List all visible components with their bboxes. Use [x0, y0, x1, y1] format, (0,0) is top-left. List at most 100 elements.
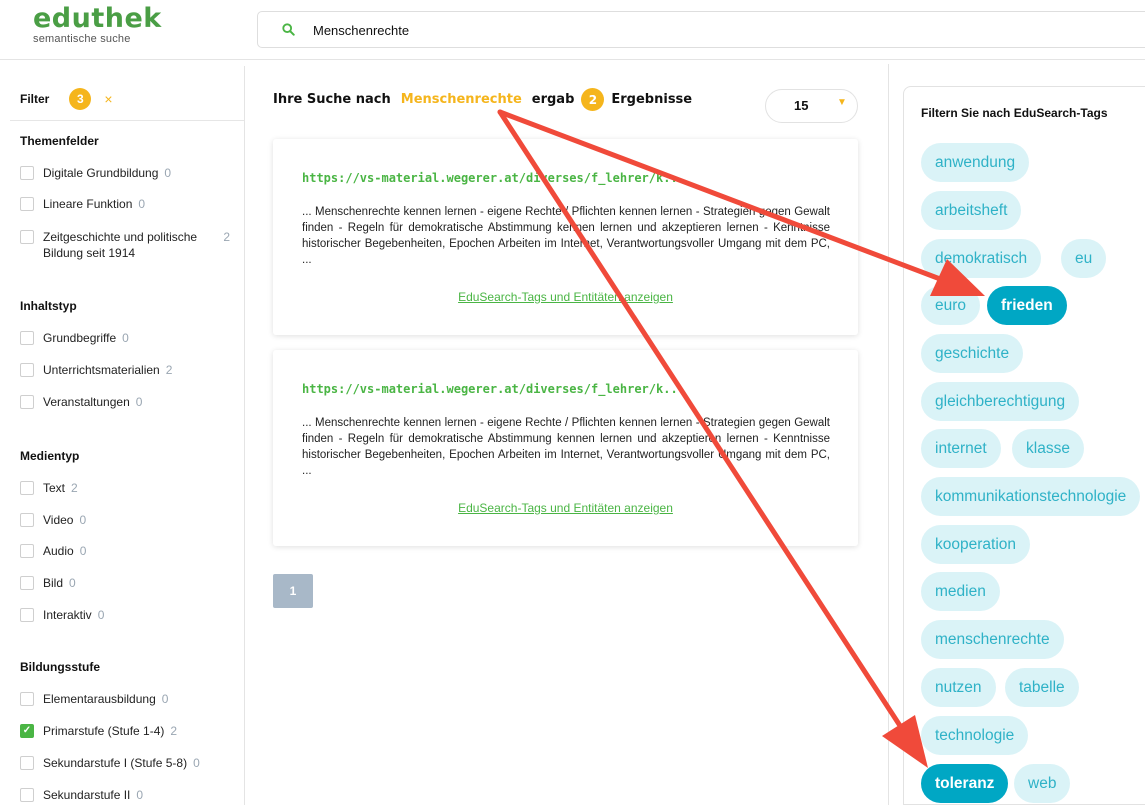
- header: eduthek semantische suche: [0, 0, 1145, 60]
- filter-option-count: 0: [164, 166, 172, 180]
- checkbox[interactable]: [20, 513, 34, 527]
- close-icon[interactable]: ×: [104, 91, 112, 107]
- tag-chip[interactable]: eu: [1061, 239, 1107, 278]
- tag-chip[interactable]: euro: [921, 286, 981, 325]
- filter-divider: [10, 120, 244, 121]
- filter-option-count: 2: [71, 481, 78, 495]
- tag-chip[interactable]: internet: [921, 429, 1001, 468]
- tag-chip[interactable]: menschenrechte: [921, 620, 1064, 659]
- filter-option[interactable]: Video 0: [20, 512, 235, 528]
- tag-chip[interactable]: web: [1014, 764, 1071, 803]
- filter-option[interactable]: Lineare Funktion 0: [20, 196, 235, 212]
- filter-option[interactable]: Audio 0: [20, 543, 235, 559]
- checkbox[interactable]: [20, 788, 34, 802]
- tag-chip-active[interactable]: toleranz: [921, 764, 1009, 803]
- checkbox[interactable]: [20, 692, 34, 706]
- filter-option-count: 0: [138, 197, 146, 211]
- tag-chip[interactable]: tabelle: [1005, 668, 1079, 707]
- checkbox[interactable]: [20, 230, 34, 244]
- tag-chip[interactable]: klasse: [1012, 429, 1084, 468]
- result-link[interactable]: https://vs-material.wegerer.at/diverses/…: [302, 171, 685, 185]
- filter-option[interactable]: Bild 0: [20, 575, 235, 591]
- result-card: https://vs-material.wegerer.at/diverses/…: [273, 139, 858, 335]
- filter-option[interactable]: Text 2: [20, 480, 235, 496]
- logo-name: eduthek: [33, 3, 162, 34]
- filter-header: Filter 3 ×: [20, 88, 113, 110]
- filter-option-count: 0: [135, 395, 143, 409]
- filter-option-count: 0: [161, 692, 169, 706]
- filter-option-label: Interaktiv: [43, 608, 92, 622]
- filter-option[interactable]: Grundbegriffe 0: [20, 330, 235, 346]
- filter-option-count: 2: [170, 724, 178, 738]
- pagination-page[interactable]: 1: [273, 574, 313, 608]
- chevron-down-icon: ▼: [837, 97, 847, 108]
- show-tags-link[interactable]: EduSearch-Tags und Entitäten anzeigen: [273, 290, 858, 304]
- filter-option-label: Sekundarstufe II: [43, 788, 131, 802]
- tag-chip[interactable]: arbeitsheft: [921, 191, 1022, 230]
- checkbox[interactable]: [20, 756, 34, 770]
- filter-option-count: 0: [79, 513, 87, 527]
- filter-option-label: Zeitgeschichte und politische Bildung se…: [43, 230, 198, 260]
- filter-option-label: Elementarausbildung: [43, 692, 156, 706]
- results-query: Menschenrechte: [400, 92, 522, 107]
- checkbox[interactable]: [20, 481, 34, 495]
- result-snippet: ... Menschenrechte kennen lernen - eigen…: [302, 206, 830, 266]
- checkbox[interactable]: [20, 544, 34, 558]
- logo[interactable]: eduthek semantische suche: [33, 3, 162, 46]
- per-page-value: 15: [794, 98, 809, 113]
- section-title-bildungsstufe: Bildungsstufe: [20, 660, 100, 674]
- tag-chip[interactable]: anwendung: [921, 143, 1030, 182]
- logo-tagline: semantische suche: [33, 33, 131, 45]
- tag-chip[interactable]: kommunikationstechnologie: [921, 477, 1141, 516]
- filter-option-count: 0: [193, 756, 200, 770]
- tag-chip[interactable]: demokratisch: [921, 239, 1042, 278]
- tag-chip[interactable]: kooperation: [921, 525, 1031, 564]
- search-input[interactable]: [313, 20, 913, 40]
- section-title-medientyp: Medientyp: [20, 449, 80, 463]
- filter-option-label: Text: [43, 481, 66, 495]
- filter-sidebar: Filter 3 × Themenfelder Digitale Grundbi…: [0, 66, 245, 805]
- checkbox[interactable]: [20, 331, 34, 345]
- section-title-themenfelder: Themenfelder: [20, 134, 99, 148]
- tag-chip[interactable]: geschichte: [921, 334, 1024, 373]
- show-tags-link[interactable]: EduSearch-Tags und Entitäten anzeigen: [273, 501, 858, 515]
- checkbox[interactable]: [20, 166, 34, 180]
- result-card: https://vs-material.wegerer.at/diverses/…: [273, 350, 858, 546]
- filter-option[interactable]: Digitale Grundbildung 0: [20, 165, 235, 181]
- tag-chip[interactable]: technologie: [921, 716, 1029, 755]
- results-summary: Ihre Suche nach Menschenrechte ergab 2 E…: [273, 88, 692, 111]
- filter-option[interactable]: Veranstaltungen 0: [20, 394, 235, 410]
- filter-option[interactable]: Unterrichtsmaterialien 2: [20, 362, 235, 378]
- results-suffix: Ergebnisse: [611, 92, 693, 107]
- filter-option-count: 0: [69, 576, 76, 590]
- checkbox[interactable]: [20, 363, 34, 377]
- filter-option-label: Grundbegriffe: [43, 331, 117, 345]
- checkbox[interactable]: [20, 197, 34, 211]
- tag-filter-panel: Filtern Sie nach EduSearch-Tags anwendun…: [903, 86, 1145, 805]
- per-page-select[interactable]: 15 ▼: [765, 89, 858, 123]
- app-root: eduthek semantische suche Filter 3 × The…: [0, 0, 1145, 805]
- result-link[interactable]: https://vs-material.wegerer.at/diverses/…: [302, 382, 685, 396]
- filter-option[interactable]: ✓ Primarstufe (Stufe 1-4) 2: [20, 723, 235, 739]
- checkbox-checked[interactable]: ✓: [20, 724, 34, 738]
- search-box[interactable]: [257, 11, 1145, 48]
- checkbox[interactable]: [20, 608, 34, 622]
- filter-option[interactable]: Interaktiv 0: [20, 607, 235, 623]
- filter-option-count: 0: [97, 608, 105, 622]
- filter-option[interactable]: Sekundarstufe I (Stufe 5-8) 0: [20, 755, 235, 771]
- tag-chip[interactable]: gleichberechtigung: [921, 382, 1080, 421]
- checkbox[interactable]: [20, 395, 34, 409]
- result-snippet: ... Menschenrechte kennen lernen - eigen…: [302, 417, 830, 477]
- results-prefix: Ihre Suche nach: [273, 92, 391, 107]
- filter-option-count: 0: [136, 788, 144, 802]
- tag-chip-active[interactable]: frieden: [987, 286, 1067, 325]
- filter-option[interactable]: Zeitgeschichte und politische Bildung se…: [20, 229, 235, 261]
- filter-option[interactable]: Elementarausbildung 0: [20, 691, 235, 707]
- search-icon[interactable]: [282, 23, 295, 36]
- filter-option-count: 2: [165, 363, 173, 377]
- tag-chip[interactable]: nutzen: [921, 668, 996, 707]
- filter-option[interactable]: Sekundarstufe II 0: [20, 787, 235, 803]
- checkbox[interactable]: [20, 576, 34, 590]
- tag-chip[interactable]: medien: [921, 572, 1000, 611]
- filter-option-label: Unterrichtsmaterialien: [43, 363, 160, 377]
